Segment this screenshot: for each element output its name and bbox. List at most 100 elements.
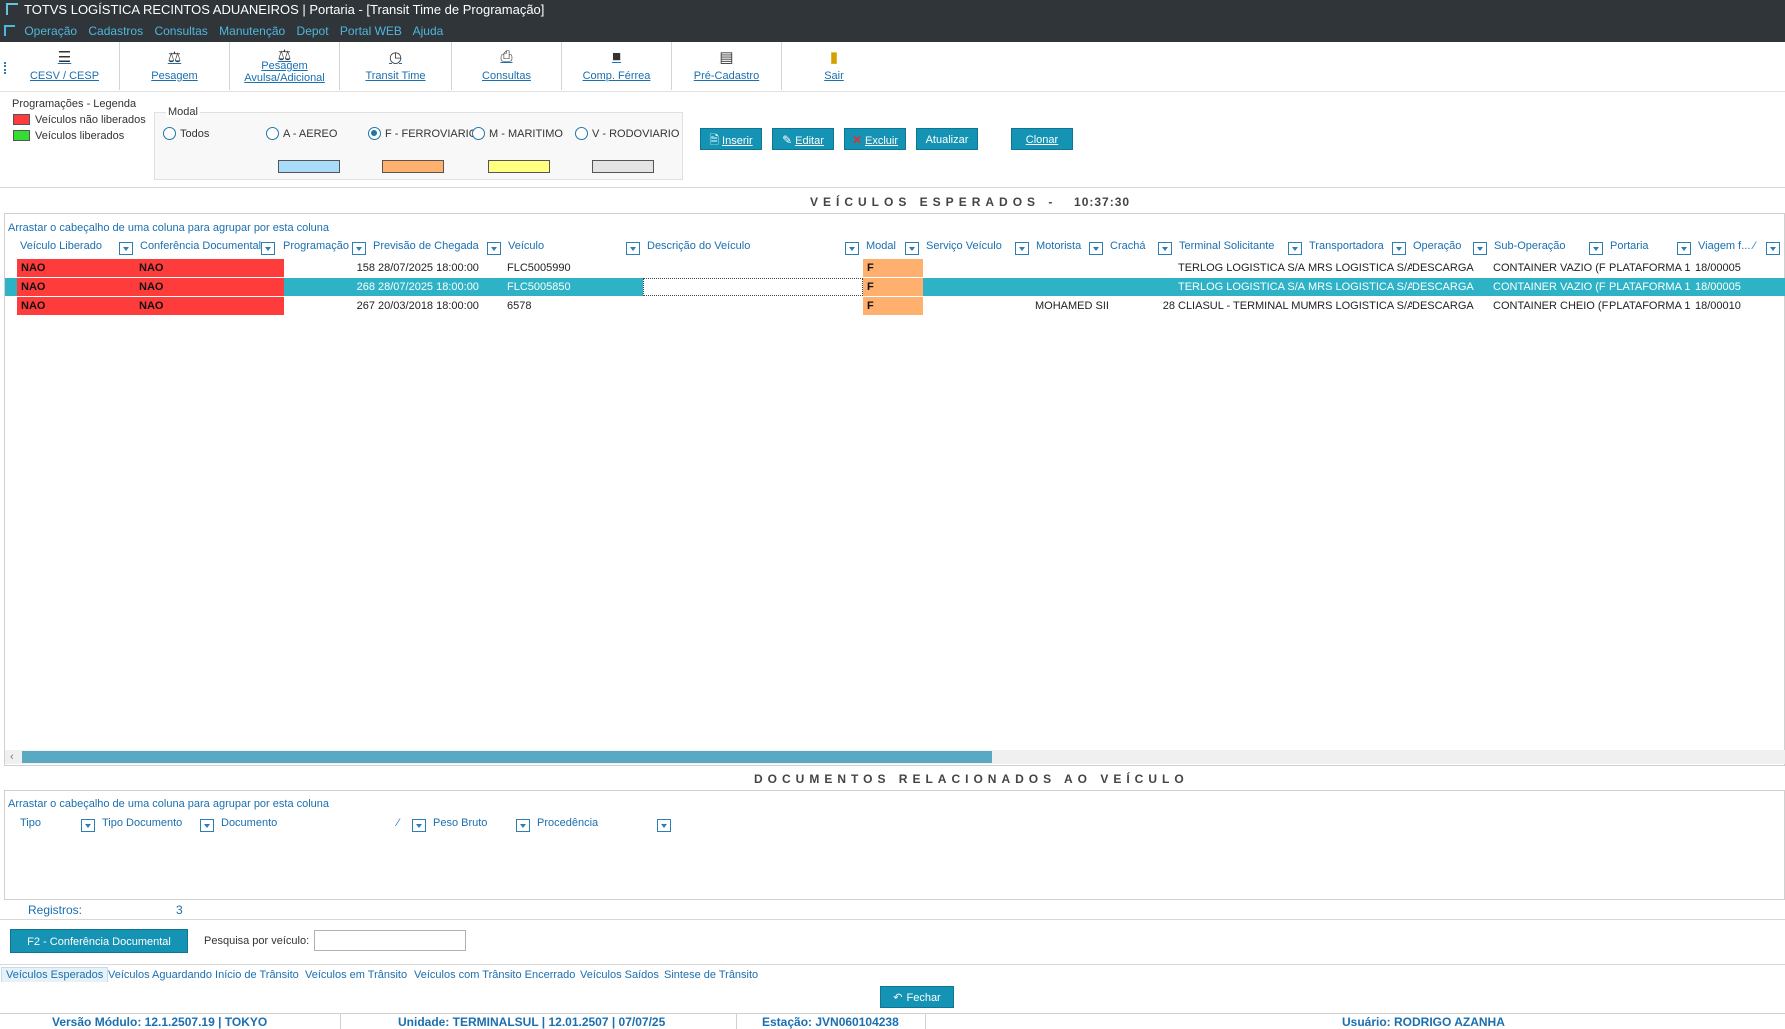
terminal-cell: TERLOG LOGISTICA S/A [1178,262,1306,274]
modal-cell: F [863,297,923,315]
f2-conferencia-button[interactable]: F2 - Conferência Documental [10,929,188,953]
window-title: TOTVS LOGÍSTICA RECINTOS ADUANEIROS | Po… [24,2,545,17]
menu-cadastros[interactable]: Cadastros [88,24,143,38]
table-row[interactable]: NAO NAO 267 20/03/2018 18:00:00 6578 F M… [5,297,1785,315]
filter-dropdown-icon[interactable] [412,819,426,832]
col-motorista[interactable]: Motorista [1036,240,1081,258]
tab-veiculos-saidos[interactable]: Veículos Saídos [580,969,659,981]
doc-col-procedencia[interactable]: Procedência [537,817,598,835]
descricao-cell-focused[interactable] [643,278,863,296]
radio-circle-checked [368,127,381,140]
radio-maritimo[interactable]: M - MARITIMO [472,127,563,140]
filter-dropdown-icon[interactable] [657,819,671,832]
cesv-cesp-button[interactable]: ☰ CESV / CESP [10,42,120,90]
filter-dropdown-icon[interactable] [1589,242,1603,255]
pesquisa-veiculo-input[interactable] [314,930,466,951]
col-conferencia-documental[interactable]: Conferência Documental [140,240,261,258]
col-servico-veiculo[interactable]: Serviço Veículo [926,240,1002,258]
scale-extra-icon: ⚖ [277,47,292,64]
transit-time-button[interactable]: ◷ Transit Time [340,42,452,90]
filter-dropdown-icon[interactable] [1677,242,1691,255]
viagem-cell: 18/00005 [1695,262,1741,274]
programacao-cell: 158 [356,262,375,274]
col-descricao-veiculo[interactable]: Descrição do Veículo [647,240,750,258]
filter-dropdown-icon[interactable] [1158,242,1172,255]
filter-dropdown-icon[interactable] [1089,242,1103,255]
tab-transito-encerrado[interactable]: Veículos com Trânsito Encerrado [414,969,575,981]
filter-dropdown-icon[interactable] [516,819,530,832]
portaria-cell: PLATAFORMA 1 [1609,262,1691,274]
menu-manutencao[interactable]: Manutenção [219,24,285,38]
doc-col-documento[interactable]: Documento ⁄ [221,817,399,835]
col-sub-operacao[interactable]: Sub-Operação [1494,240,1566,258]
tab-aguardando-inicio[interactable]: Veículos Aguardando Início de Trânsito [108,969,299,981]
menu-portal-web[interactable]: Portal WEB [340,24,402,38]
col-cracha[interactable]: Crachá [1110,240,1145,258]
col-modal[interactable]: Modal [866,240,896,258]
menu-depot[interactable]: Depot [297,24,329,38]
filter-dropdown-icon[interactable] [261,242,275,255]
atualizar-button[interactable]: Atualizar [916,128,978,150]
filter-dropdown-icon[interactable] [119,242,133,255]
operacao-cell: DESCARGA [1412,262,1474,274]
filter-dropdown-icon[interactable] [1392,242,1406,255]
col-viagem[interactable]: Viagem f... ⁄ [1698,240,1755,258]
sair-button[interactable]: ▮ Sair [782,42,886,90]
filter-dropdown-icon[interactable] [1473,242,1487,255]
edit-icon: ✎ [782,133,793,147]
horizontal-scrollbar[interactable]: ‹ [5,750,1785,764]
toolbar-grip[interactable] [4,62,6,74]
tab-veiculos-esperados[interactable]: Veículos Esperados [1,967,109,982]
col-operacao[interactable]: Operação [1413,240,1461,258]
pre-cadastro-button[interactable]: ▤ Pré-Cadastro [672,42,782,90]
scrollbar-thumb[interactable] [22,751,992,763]
col-veiculo-liberado[interactable]: Veículo Liberado [20,240,102,258]
table-row-selected[interactable]: NAO NAO 268 28/07/2025 18:00:00 FLC50058… [5,278,1785,296]
filter-dropdown-icon[interactable] [626,242,640,255]
col-terminal-solicitante[interactable]: Terminal Solicitante [1179,240,1274,258]
clonar-button[interactable]: Clonar [1011,128,1073,150]
filter-dropdown-icon[interactable] [905,242,919,255]
filter-dropdown-icon[interactable] [81,819,95,832]
col-previsao-chegada[interactable]: Previsão de Chegada [373,240,479,258]
scroll-left-icon[interactable]: ‹ [10,750,14,764]
veiculo-cell: 6578 [507,300,532,312]
registros-label: Registros: [28,903,83,917]
tab-em-transito[interactable]: Veículos em Trânsito [305,969,407,981]
doc-col-tipo-documento[interactable]: Tipo Documento [102,817,182,835]
filter-dropdown-icon[interactable] [200,819,214,832]
transportadora-cell: MRS LOGISTICA S/A [1308,262,1412,274]
inserir-button[interactable]: 🗎 Inserir [700,128,762,150]
radio-todos[interactable]: Todos [163,127,209,140]
filter-dropdown-icon[interactable] [1015,242,1029,255]
col-programacao[interactable]: Programação [283,240,349,258]
radio-ferroviario[interactable]: F - FERROVIARIO [368,127,477,140]
fechar-button[interactable]: ↶ Fechar [880,986,954,1008]
comp-ferrea-button[interactable]: ■ Comp. Férrea [562,42,672,90]
filter-dropdown-icon[interactable] [845,242,859,255]
col-veiculo[interactable]: Veículo [508,240,544,258]
col-transportadora[interactable]: Transportadora [1309,240,1384,258]
filter-dropdown-icon[interactable] [1288,242,1302,255]
filter-dropdown-icon[interactable] [487,242,501,255]
menu-ajuda[interactable]: Ajuda [413,24,444,38]
radio-aereo[interactable]: A - AEREO [266,127,337,140]
status-unidade: Unidade: TERMINALSUL | 12.01.2507 | 07/0… [398,1015,666,1029]
pesagem-avulsa-button[interactable]: ⚖ Pesagem Avulsa/Adicional [230,42,340,90]
tab-sintese-transito[interactable]: Sintese de Trânsito [664,969,758,981]
filter-dropdown-icon[interactable] [1766,242,1780,255]
pesagem-button[interactable]: ⚖ Pesagem [120,42,230,90]
doc-col-peso-bruto[interactable]: Peso Bruto [433,817,487,835]
radio-rodoviario[interactable]: V - RODOVIARIO [575,127,679,140]
consultas-button[interactable]: ⎙ Consultas [452,42,562,90]
excluir-button[interactable]: ✕ Excluir [844,128,906,150]
documentos-relacionados-title: DOCUMENTOS RELACIONADOS AO VEÍCULO [754,772,1189,786]
menu-consultas[interactable]: Consultas [154,24,207,38]
doc-col-tipo[interactable]: Tipo [20,817,41,835]
table-row[interactable]: NAO NAO 158 28/07/2025 18:00:00 FLC50059… [5,259,1785,277]
col-portaria[interactable]: Portaria [1610,240,1649,258]
menu-operacao[interactable]: Operação [24,24,77,38]
traffic-light-icon: ☰ [57,49,72,66]
filter-dropdown-icon[interactable] [352,242,366,255]
editar-button[interactable]: ✎ Editar [772,128,834,150]
